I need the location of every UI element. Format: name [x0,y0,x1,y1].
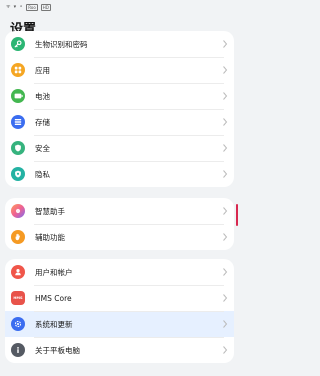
row-system-update[interactable]: 系统和更新 [5,311,234,337]
status-badge: Roo [26,3,38,11]
chevron-right-icon [223,66,228,74]
row-smart-assistant[interactable]: 智慧助手 [5,198,234,224]
shield-icon [11,141,25,155]
storage-icon [11,115,25,129]
status-bar: ᯤ ▾ ⚬ Roo HD [0,0,239,14]
settings-group-assistant: 智慧助手 辅助功能 [5,198,234,250]
hms-core-icon-text: HMS [13,296,23,300]
row-label: 用户和帐户 [35,267,73,277]
row-label: 电池 [35,91,50,101]
hd-badge: HD [40,3,51,11]
chevron-right-icon [223,346,228,354]
row-label: 应用 [35,65,50,75]
hand-icon [11,230,25,244]
chevron-right-icon [223,40,228,48]
row-label: 关于平板电脑 [35,345,80,355]
row-label: 生物识别和密码 [35,39,88,49]
row-label: 系统和更新 [35,319,73,329]
row-users-accounts[interactable]: 用户和帐户 [5,259,234,285]
row-label: 辅助功能 [35,232,65,242]
edge-scroll-indicator[interactable] [236,204,238,226]
row-label: 隐私 [35,169,50,179]
chevron-right-icon [223,320,228,328]
chevron-right-icon [223,118,228,126]
system-update-icon [11,317,25,331]
info-icon [11,343,25,357]
chevron-right-icon [223,170,228,178]
chevron-right-icon [223,144,228,152]
assistant-icon [11,204,25,218]
row-label: 智慧助手 [35,206,65,216]
privacy-icon [11,167,25,181]
row-label: 安全 [35,143,50,153]
row-label: 存储 [35,117,50,127]
hms-core-icon: HMS [11,291,25,305]
chevron-right-icon [223,207,228,215]
row-label: HMS Core [35,293,72,303]
user-icon [11,265,25,279]
apps-icon [11,63,25,77]
chevron-right-icon [223,268,228,276]
chevron-right-icon [223,294,228,302]
row-privacy[interactable]: 隐私 [5,161,234,187]
row-accessibility[interactable]: 辅助功能 [5,224,234,250]
row-about-tablet[interactable]: 关于平板电脑 [5,337,234,363]
settings-group-system: 用户和帐户 HMS HMS Core 系统和更新 关于平板电脑 [5,259,234,363]
location-icon: ⚬ [19,4,24,10]
row-security[interactable]: 安全 [5,135,234,161]
battery-icon [11,89,25,103]
row-battery[interactable]: 电池 [5,83,234,109]
signal-icon: ▾ [13,4,17,10]
row-hms-core[interactable]: HMS HMS Core [5,285,234,311]
row-storage[interactable]: 存储 [5,109,234,135]
key-icon [11,37,25,51]
wifi-icon: ᯤ [6,4,11,10]
row-biometrics-password[interactable]: 生物识别和密码 [5,31,234,57]
row-apps[interactable]: 应用 [5,57,234,83]
chevron-right-icon [223,233,228,241]
settings-group-device: 生物识别和密码 应用 电池 存储 安全 隐私 [5,31,234,187]
chevron-right-icon [223,92,228,100]
